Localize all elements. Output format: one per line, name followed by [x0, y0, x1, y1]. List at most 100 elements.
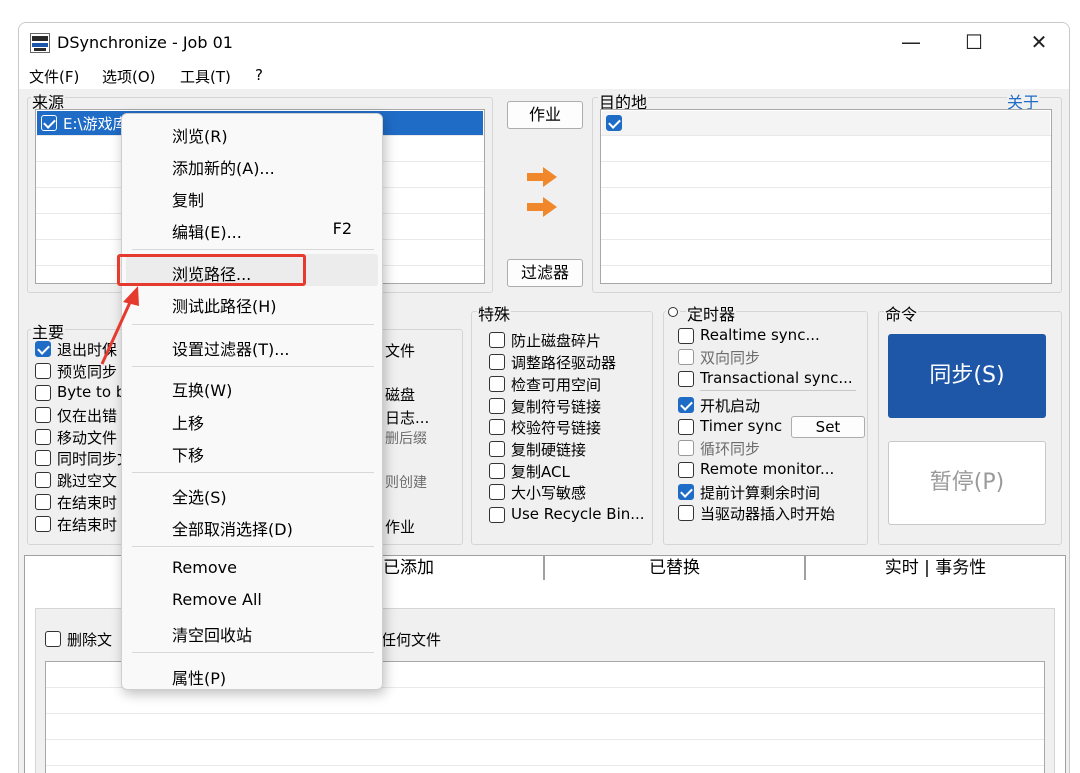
ctx-edit-shortcut: F2: [332, 219, 352, 238]
special-option-checkbox[interactable]: [489, 463, 505, 479]
context-menu: 浏览(R) 添加新的(A)... 复制 编辑(E)... F2 浏览路径... …: [121, 113, 383, 690]
main-option-label: 仅在出错: [57, 407, 118, 425]
ctx-test-path[interactable]: 测试此路径(H): [172, 293, 277, 317]
menu-file[interactable]: 文件(F): [29, 66, 79, 87]
ctx-move-up[interactable]: 上移: [172, 410, 204, 434]
special-option-label: 大小写敏感: [511, 484, 587, 502]
delete-files-label: 删除文: [67, 631, 113, 649]
main-option-partial: 文件: [385, 342, 416, 360]
main-option-checkbox[interactable]: [35, 472, 51, 488]
menu-tools[interactable]: 工具(T): [180, 66, 231, 87]
special-option-label: 调整路径驱动器: [511, 354, 617, 372]
special-option-checkbox[interactable]: [489, 484, 505, 500]
timer-option-label: Realtime sync...: [700, 326, 820, 344]
timer-option-label: 双向同步: [700, 349, 761, 367]
timer-option-checkbox[interactable]: [678, 440, 694, 456]
tab-realtime[interactable]: 实时 | 事务性: [805, 555, 1066, 581]
ctx-separator: [132, 472, 374, 473]
tab-added-label: 已添加: [383, 558, 434, 578]
source-item-checkbox[interactable]: [41, 115, 57, 131]
timer-label: 定时器: [686, 301, 737, 325]
ctx-properties[interactable]: 属性(P): [172, 665, 226, 689]
timer-option-label: 当驱动器插入时开始: [700, 505, 836, 523]
main-option-partial: 作业: [385, 518, 416, 536]
ctx-browse[interactable]: 浏览(R): [172, 123, 228, 147]
main-option-checkbox[interactable]: [35, 363, 51, 379]
special-option-label: 复制ACL: [511, 463, 570, 481]
main-option-checkbox[interactable]: [35, 341, 51, 357]
main-option-checkbox[interactable]: [35, 516, 51, 532]
close-button[interactable]: ✕: [1017, 28, 1061, 58]
ctx-swap[interactable]: 互换(W): [172, 377, 232, 401]
dest-list-item[interactable]: [602, 111, 1050, 135]
ctx-remove-all[interactable]: Remove All: [172, 590, 262, 609]
timer-option-label: 提前计算剩余时间: [700, 484, 821, 502]
main-option-checkbox[interactable]: [35, 494, 51, 510]
ctx-deselect-all[interactable]: 全部取消选择(D): [172, 516, 293, 540]
timer-option-checkbox[interactable]: [678, 397, 694, 413]
set-button[interactable]: Set: [791, 416, 865, 438]
ctx-set-filter[interactable]: 设置过滤器(T)...: [172, 336, 290, 360]
special-option-checkbox[interactable]: [489, 376, 505, 392]
ctx-select-all[interactable]: 全选(S): [172, 484, 227, 508]
main-option-partial: 删后缀: [385, 431, 427, 447]
menu-help[interactable]: ?: [255, 66, 263, 84]
main-option-checkbox[interactable]: [35, 450, 51, 466]
special-option-label: Use Recycle Bin...: [511, 505, 645, 523]
dest-list[interactable]: [600, 109, 1052, 284]
timer-option-label: 开机启动: [700, 397, 761, 415]
main-option-label: 跳过空文: [57, 472, 118, 490]
main-option-checkbox[interactable]: [35, 407, 51, 423]
pause-button[interactable]: 暂停(P): [888, 441, 1046, 525]
ctx-empty-bin[interactable]: 清空回收站: [172, 622, 252, 646]
ctx-separator: [132, 652, 374, 653]
main-option-label: 移动文件: [57, 429, 118, 447]
menu-options[interactable]: 选项(O): [102, 66, 156, 87]
timer-option-checkbox[interactable]: [678, 419, 694, 435]
special-option-checkbox[interactable]: [489, 441, 505, 457]
sync-button[interactable]: 同步(S): [888, 334, 1046, 418]
main-option-label: 在结束时: [57, 516, 118, 534]
timer-option-checkbox[interactable]: [678, 505, 694, 521]
window-title: DSynchronize - Job 01: [57, 33, 233, 52]
main-option-partial: 则创建: [385, 475, 427, 491]
special-option-checkbox[interactable]: [489, 332, 505, 348]
main-option-checkbox[interactable]: [35, 429, 51, 445]
job-button[interactable]: 作业: [507, 101, 583, 129]
ctx-move-down[interactable]: 下移: [172, 442, 204, 466]
ctx-separator: [132, 324, 374, 325]
timer-option-checkbox[interactable]: [678, 371, 694, 387]
tab-replaced[interactable]: 已替换: [544, 555, 805, 581]
special-option-label: 复制符号链接: [511, 398, 602, 416]
filter-button[interactable]: 过滤器: [507, 259, 583, 287]
special-option-checkbox[interactable]: [489, 398, 505, 414]
ctx-copy[interactable]: 复制: [172, 187, 204, 211]
ctx-remove[interactable]: Remove: [172, 558, 237, 577]
bottom-partial-label: 任何文件: [381, 631, 442, 649]
dest-item-checkbox[interactable]: [606, 115, 622, 131]
main-option-partial: 磁盘: [385, 386, 416, 404]
special-option-checkbox[interactable]: [489, 354, 505, 370]
timer-radio[interactable]: [668, 307, 678, 317]
highlight-arrow-icon: [100, 286, 139, 365]
main-option-label: Byte to b: [57, 383, 126, 401]
main-option-partial: 日志...: [385, 409, 430, 427]
special-option-checkbox[interactable]: [489, 419, 505, 435]
minimize-button[interactable]: —: [889, 28, 933, 58]
ctx-add-new[interactable]: 添加新的(A)...: [172, 155, 275, 179]
timer-option-checkbox[interactable]: [678, 484, 694, 500]
timer-option-checkbox[interactable]: [678, 462, 694, 478]
title-bar: DSynchronize - Job 01 — ☐ ✕: [19, 23, 1069, 63]
timer-option-label: Transactional sync...: [700, 369, 853, 387]
timer-option-checkbox[interactable]: [678, 349, 694, 365]
special-option-label: 复制硬链接: [511, 441, 587, 459]
command-label: 命令: [884, 301, 919, 325]
main-option-checkbox[interactable]: [35, 385, 51, 401]
timer-option-checkbox[interactable]: [678, 328, 694, 344]
delete-files-checkbox[interactable]: [45, 631, 61, 647]
app-icon: [30, 33, 50, 53]
special-option-label: 检查可用空间: [511, 376, 602, 394]
maximize-button[interactable]: ☐: [952, 28, 996, 58]
ctx-edit[interactable]: 编辑(E)...: [172, 219, 242, 243]
special-option-checkbox[interactable]: [489, 507, 505, 523]
